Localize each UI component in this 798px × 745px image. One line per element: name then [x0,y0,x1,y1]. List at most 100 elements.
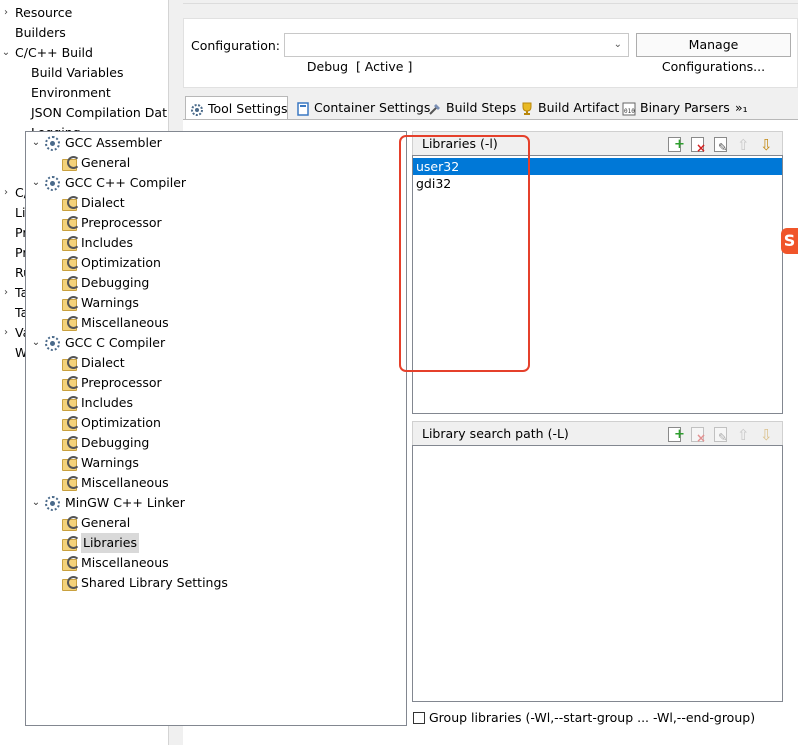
tool-option-debugging[interactable]: Debugging [62,433,149,453]
edit-library-icon[interactable] [712,136,730,159]
tool-option-includes[interactable]: Includes [62,393,133,413]
option-page-icon [62,156,80,171]
tool-option-preprocessor[interactable]: Preprocessor [62,213,162,233]
ime-badge-icon[interactable]: S [781,228,798,254]
tool-option-libraries[interactable]: Libraries [62,533,139,553]
sidebar-item-build-variables[interactable]: Build Variables [31,63,123,83]
tool-option-miscellaneous[interactable]: Miscellaneous [62,473,169,493]
tab-binary-parsers[interactable]: 010 Binary Parsers [618,96,734,119]
option-page-icon [62,216,80,231]
option-page-icon [62,436,80,451]
tool-option-label: Optimization [81,415,161,430]
delete-path-icon[interactable] [689,426,707,450]
option-page-icon [62,236,80,251]
tool-option-label: Optimization [81,255,161,270]
edit-path-icon[interactable] [712,426,730,449]
option-page-icon [62,316,80,331]
tool-option-includes[interactable]: Includes [62,233,133,253]
tool-settings-icon [190,102,204,116]
move-down-icon[interactable] [758,134,776,157]
red-highlight-annotation [399,135,530,372]
configuration-select[interactable]: Debug [ Active ] ⌄ [284,33,629,74]
tool-group-gcc-assembler[interactable]: ⌄ GCC Assembler [30,133,162,153]
option-page-icon [62,456,80,471]
sidebar-item-c-c-build[interactable]: ⌄ C/C++ Build [2,43,93,63]
tab-overflow-chevron[interactable]: »₁ [731,96,752,119]
tool-group-gcc-c-compiler[interactable]: ⌄ GCC C Compiler [30,333,165,353]
tool-option-label: Warnings [81,455,139,470]
chevron-down-icon[interactable]: ⌄ [30,133,42,153]
tab-label: Binary Parsers [640,99,730,115]
sidebar-item-builders[interactable]: Builders [15,23,66,43]
sidebar-item-label: Builders [15,25,66,40]
add-library-icon[interactable] [666,133,685,156]
tool-option-general[interactable]: General [62,153,130,173]
tool-option-label: Shared Library Settings [81,575,228,590]
tab-container-settings[interactable]: Container Settings [292,96,434,119]
chevron-right-icon[interactable]: › [1,3,11,23]
search-path-toolbar [666,423,776,450]
tool-option-dialect[interactable]: Dialect [62,353,125,373]
tool-option-warnings[interactable]: Warnings [62,453,139,473]
checkbox-box[interactable] [413,711,425,724]
chevron-down-icon[interactable]: ⌄ [1,43,11,63]
tool-gear-icon [45,335,60,351]
option-page-icon [62,396,80,411]
delete-library-icon[interactable] [689,136,707,160]
tool-option-miscellaneous[interactable]: Miscellaneous [62,553,169,573]
group-libraries-checkbox[interactable]: Group libraries (-Wl,--start-group ... -… [413,710,755,725]
tool-option-label: General [81,515,131,530]
sidebar-item-label: Build Variables [31,65,124,80]
move-up-icon[interactable] [735,424,753,447]
tool-gear-icon [45,495,60,511]
sidebar-item-environment[interactable]: Environment [31,83,111,103]
sidebar-item-label: C/C++ Build [15,45,93,60]
tool-option-label: Miscellaneous [81,555,169,570]
tab-label: Build Steps [446,99,517,115]
chevron-down-icon[interactable]: ⌄ [30,333,42,353]
tab-label: Tool Settings [208,100,288,116]
svg-text:010: 010 [624,108,635,115]
chevron-right-icon[interactable]: › [1,183,11,203]
tool-option-miscellaneous[interactable]: Miscellaneous [62,313,169,333]
tool-option-label: Preprocessor [81,215,162,230]
tool-option-warnings[interactable]: Warnings [62,293,139,313]
chevron-right-icon[interactable]: › [1,323,11,343]
option-page-icon [62,296,80,311]
tool-group-label: MinGW C++ Linker [65,495,185,510]
tool-option-preprocessor[interactable]: Preprocessor [62,373,162,393]
chevron-down-icon: ⌄ [613,39,622,50]
add-path-icon[interactable] [666,423,685,446]
tab-build-steps[interactable]: Build Steps [424,96,520,119]
move-up-icon[interactable] [735,134,753,157]
chevron-down-icon[interactable]: ⌄ [30,493,42,513]
tool-option-optimization[interactable]: Optimization [62,413,161,433]
trophy-icon [520,101,534,115]
tool-option-debugging[interactable]: Debugging [62,273,149,293]
sidebar-item-label: JSON Compilation Dat [31,105,167,120]
tab-build-artifact[interactable]: Build Artifact [516,96,623,119]
tool-option-label: Includes [81,235,134,250]
chevron-down-icon[interactable]: ⌄ [30,173,42,193]
search-path-header: Library search path (-L) [412,421,783,450]
sidebar-item-resource[interactable]: › Resource [4,3,72,23]
binary-icon: 010 [622,101,636,115]
tool-option-general[interactable]: General [62,513,130,533]
search-path-list[interactable] [412,445,783,702]
tool-option-label: Miscellaneous [81,315,169,330]
tool-group-mingw-c-linker[interactable]: ⌄ MinGW C++ Linker [30,493,185,513]
sidebar-item-json-compilation-dat[interactable]: JSON Compilation Dat [31,103,167,123]
tool-group-gcc-c-compiler[interactable]: ⌄ GCC C++ Compiler [30,173,186,193]
tab-tool-settings[interactable]: Tool Settings [185,96,288,120]
tool-option-label: General [81,155,131,170]
tool-option-optimization[interactable]: Optimization [62,253,161,273]
tool-option-dialect[interactable]: Dialect [62,193,125,213]
tool-option-shared-library-settings[interactable]: Shared Library Settings [62,573,228,593]
option-page-icon [62,576,80,591]
tool-option-label: Debugging [81,275,150,290]
manage-configurations-button[interactable]: Manage Configurations... [636,33,791,74]
tool-option-label: Includes [81,395,134,410]
chevron-right-icon[interactable]: › [1,283,11,303]
tool-group-label: GCC Assembler [65,135,162,150]
move-down-icon[interactable] [758,424,776,447]
